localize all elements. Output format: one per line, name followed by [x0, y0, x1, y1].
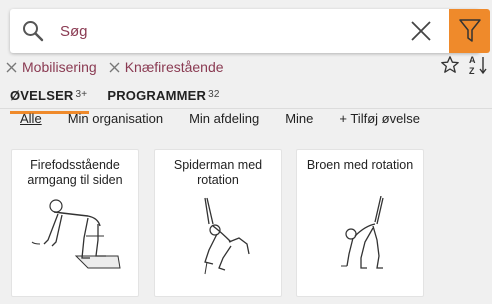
- search-icon: [23, 21, 44, 42]
- search-bar: [10, 9, 490, 53]
- close-icon[interactable]: [109, 62, 120, 73]
- svg-text:A: A: [469, 55, 476, 65]
- scope-filter: Alle Min organisation Min afdeling Mine …: [20, 111, 446, 129]
- close-icon[interactable]: [6, 62, 17, 73]
- divider: [0, 108, 492, 109]
- scope-my-department[interactable]: Min afdeling: [189, 111, 259, 129]
- sort-az-icon[interactable]: A Z: [468, 54, 488, 76]
- tab-count: 3+: [75, 89, 88, 100]
- filter-chip-label: Knæfirestående: [124, 59, 224, 75]
- tab-programs[interactable]: PROGRAMMER 32: [107, 88, 219, 110]
- scope-all[interactable]: Alle: [20, 111, 42, 129]
- scope-mine[interactable]: Mine: [285, 111, 313, 129]
- exercise-figure-lunge-rotation: [204, 197, 250, 275]
- clear-icon[interactable]: [410, 20, 432, 42]
- tab-exercises[interactable]: ØVELSER 3+: [10, 88, 90, 114]
- scope-my-organisation[interactable]: Min organisation: [68, 111, 163, 129]
- search-input[interactable]: [60, 19, 390, 43]
- star-icon[interactable]: [440, 55, 460, 75]
- exercise-card[interactable]: Firefodsstående armgang til siden: [11, 149, 139, 297]
- exercise-title: Spiderman med rotation: [173, 158, 263, 187]
- active-filters: Mobilisering Knæfirestående: [6, 57, 236, 77]
- filter-button[interactable]: [449, 9, 490, 53]
- exercise-title: Firefodsstående armgang til siden: [27, 158, 123, 187]
- tab-count: 32: [208, 89, 220, 100]
- exercise-title: Broen med rotation: [306, 158, 414, 172]
- tab-label: PROGRAMMER: [107, 88, 207, 103]
- exercise-card[interactable]: Broen med rotation: [296, 149, 424, 297]
- filter-chip[interactable]: Mobilisering: [6, 59, 97, 75]
- exercise-figure-bridge-rotation: [341, 196, 384, 269]
- filter-chip-label: Mobilisering: [22, 59, 97, 75]
- tab-label: ØVELSER: [10, 88, 74, 103]
- filter-chip[interactable]: Knæfirestående: [109, 59, 224, 75]
- add-exercise-link[interactable]: + Tilføj øvelse: [339, 111, 420, 129]
- tab-bar: ØVELSER 3+ PROGRAMMER 32: [10, 88, 240, 114]
- exercise-figure-kneeling-on-mat: [31, 199, 121, 269]
- filter-icon: [459, 19, 481, 42]
- svg-text:Z: Z: [469, 66, 475, 76]
- exercise-card[interactable]: Spiderman med rotation: [154, 149, 282, 297]
- exercise-library: Mobilisering Knæfirestående A Z ØVELSER3…: [0, 0, 492, 304]
